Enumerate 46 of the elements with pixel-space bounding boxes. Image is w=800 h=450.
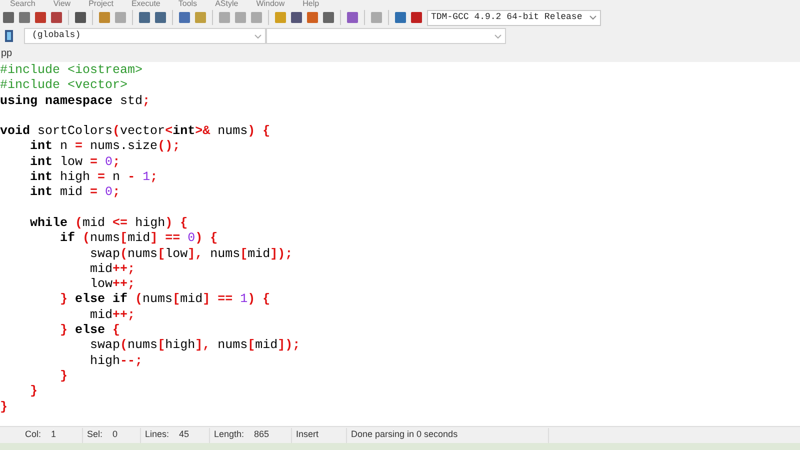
code-line: int high = n - 1; bbox=[29, 170, 158, 184]
status-label: Sel: bbox=[87, 428, 103, 442]
menu-item[interactable]: Help bbox=[302, 0, 320, 8]
menu-item[interactable]: Tools bbox=[178, 0, 198, 8]
status-label: Length: bbox=[214, 428, 244, 442]
menu-item[interactable]: Search bbox=[10, 0, 36, 8]
code-line: high--; bbox=[89, 354, 143, 368]
scope-dropdown[interactable]: (globals) bbox=[24, 28, 266, 44]
status-label: Col: bbox=[25, 428, 42, 442]
class-browser-icon[interactable] bbox=[4, 29, 14, 43]
code-line: low++; bbox=[89, 277, 136, 292]
code-line: } bbox=[29, 384, 38, 398]
code-line: int n = nums.size(); bbox=[29, 139, 180, 154]
status-value: Insert bbox=[296, 428, 319, 442]
status-value: 0 bbox=[112, 428, 118, 442]
code-line: if (nums[mid] == 0) { bbox=[59, 231, 218, 246]
file-tab[interactable]: pp bbox=[0, 46, 12, 61]
code-line: while (mid <= high) { bbox=[29, 216, 188, 230]
chevron-down-icon bbox=[494, 34, 502, 38]
status-value: 1 bbox=[51, 428, 56, 442]
code-line: void sortColors(vector<int>& nums) { bbox=[0, 124, 270, 138]
status-value: Done parsing in 0 seconds bbox=[351, 428, 458, 442]
code-line: int mid = 0; bbox=[29, 185, 120, 200]
menu-item[interactable]: AStyle bbox=[215, 0, 238, 8]
code-line: mid++; bbox=[89, 308, 136, 322]
code-line: using namespace std; bbox=[0, 94, 150, 108]
status-value: 45 bbox=[179, 428, 190, 442]
status-label: Lines: bbox=[145, 428, 170, 442]
compiler-dropdown[interactable]: TDM-GCC 4.9.2 64-bit Release bbox=[427, 10, 601, 26]
code-line: swap(nums[low], nums[mid]); bbox=[89, 246, 293, 261]
menu-item[interactable]: Project bbox=[88, 0, 114, 8]
code-line: swap(nums[high], nums[mid]); bbox=[89, 338, 300, 352]
menu-item[interactable]: Window bbox=[256, 0, 285, 8]
chevron-down-icon bbox=[589, 15, 597, 20]
code-line: #include <vector> bbox=[0, 78, 128, 92]
code-line: #include <iostream> bbox=[0, 63, 143, 77]
code-line: int low = 0; bbox=[29, 154, 120, 169]
code-line: } bbox=[0, 400, 8, 414]
status-value: 865 bbox=[254, 428, 270, 442]
code-line: mid++; bbox=[89, 262, 136, 276]
code-line: } else { bbox=[59, 323, 120, 338]
menu-item[interactable]: Execute bbox=[131, 0, 160, 8]
code-line: } else if (nums[mid] == 1) { bbox=[59, 292, 270, 306]
code-line: } bbox=[59, 368, 68, 383]
chevron-down-icon bbox=[254, 34, 262, 38]
menu-item[interactable]: View bbox=[53, 0, 71, 8]
